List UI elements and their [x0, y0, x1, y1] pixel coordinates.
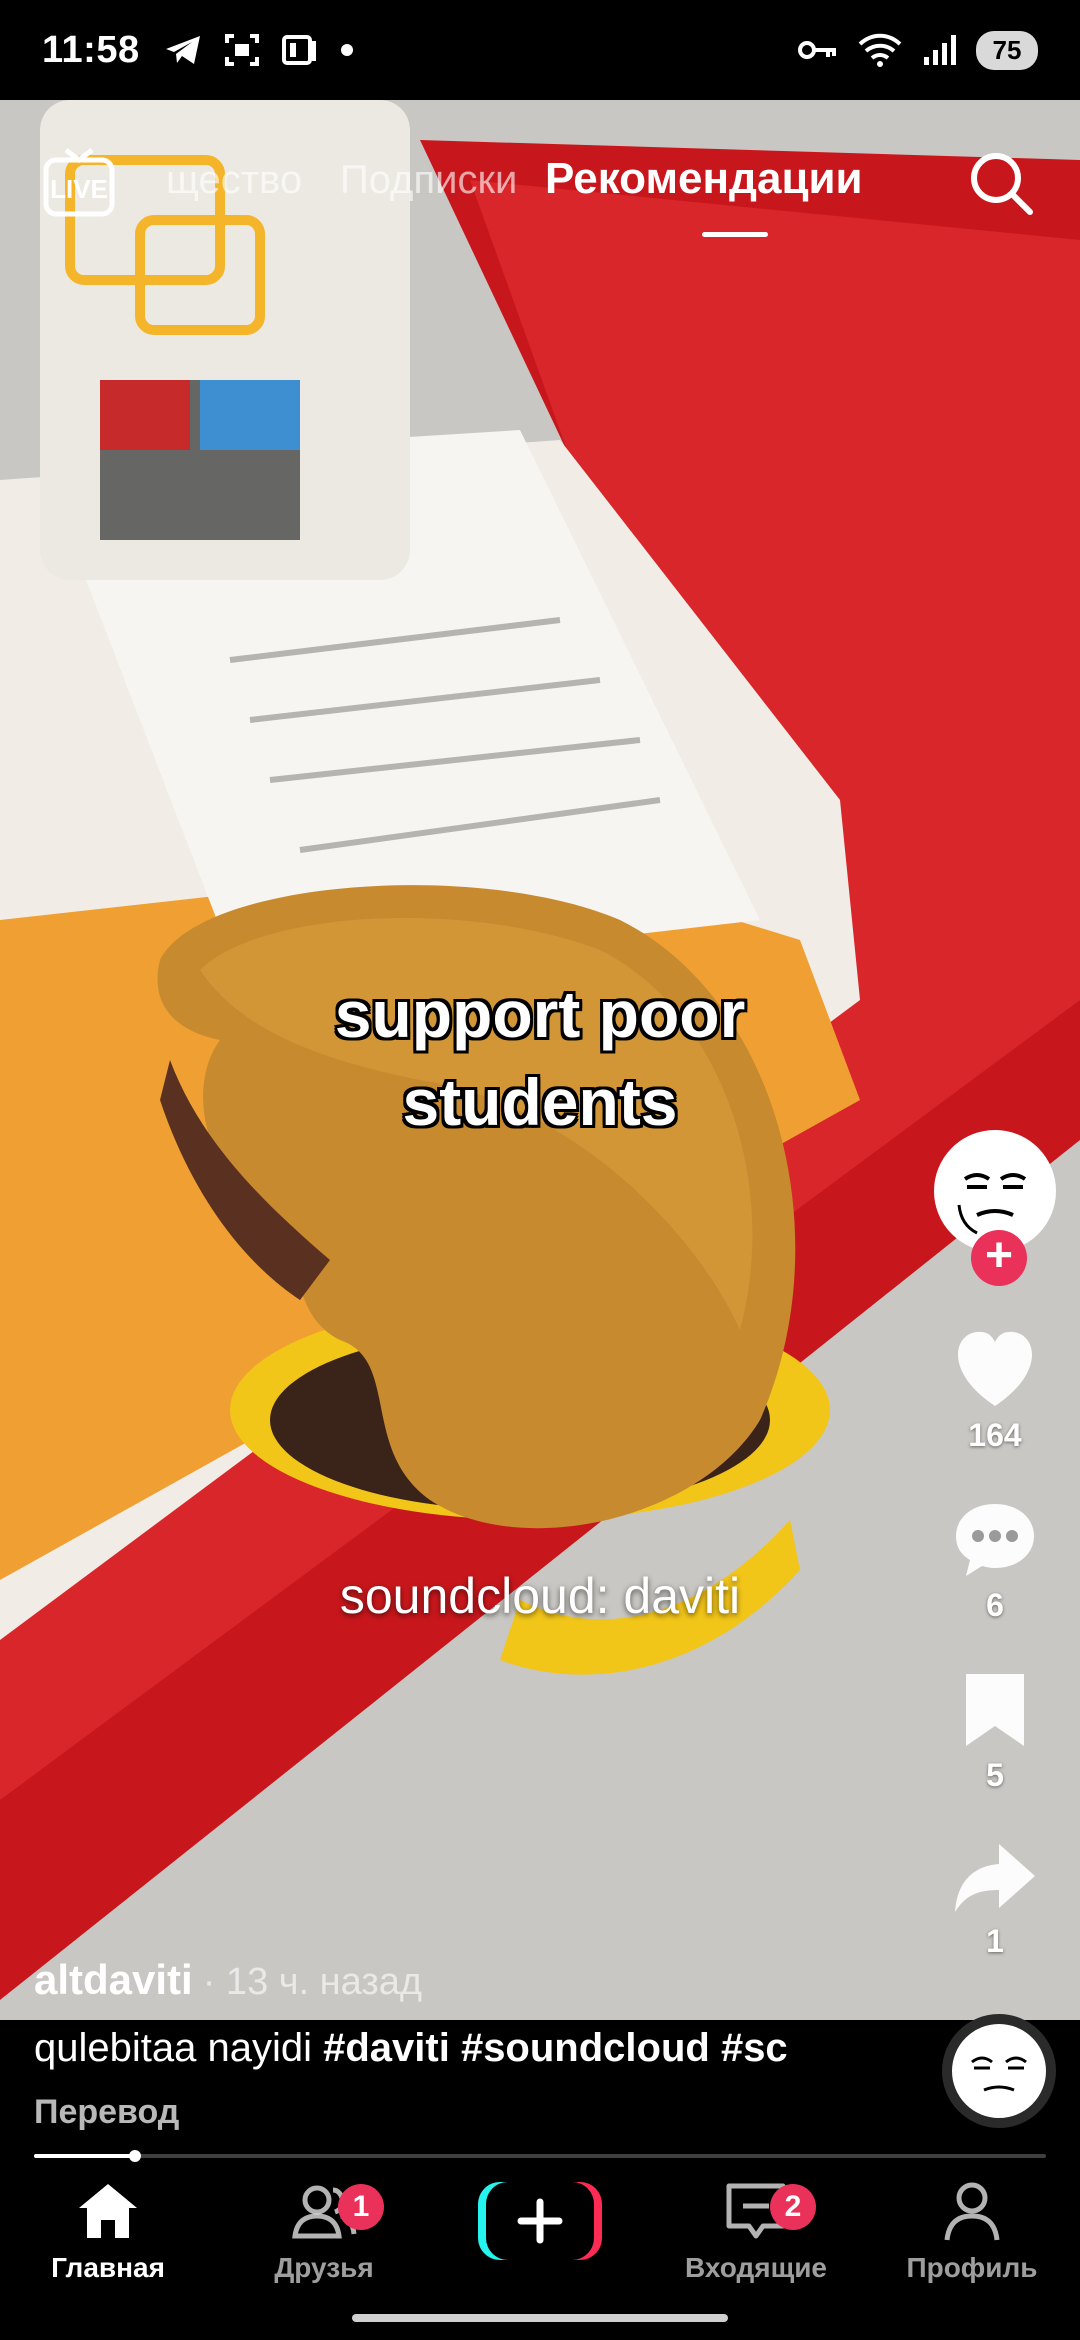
telegram-icon: [165, 36, 200, 64]
feed-tabs-bar: LIVE щество Подписки Рекомендации: [0, 140, 1080, 250]
tab-community[interactable]: щество: [166, 158, 302, 203]
share-arrow-icon: [955, 1844, 1035, 1912]
media-icon: [281, 35, 316, 65]
nav-friends[interactable]: Друзья 1: [224, 2178, 424, 2284]
wifi-icon: [858, 33, 902, 67]
create-button[interactable]: [478, 2180, 602, 2262]
follow-plus-button[interactable]: +: [971, 1230, 1027, 1286]
comment-count: 6: [986, 1587, 1004, 1623]
status-bar: 11:58 75: [0, 0, 1080, 100]
post-description[interactable]: qulebitaa nayidi #daviti #soundcloud #sc: [34, 2026, 788, 2071]
heart-icon: [958, 1331, 1032, 1406]
inbox-badge: 2: [770, 2184, 816, 2230]
status-time: 11:58: [42, 28, 140, 71]
progress-fill: [34, 2154, 136, 2158]
share-count: 1: [986, 1923, 1004, 1959]
share-button[interactable]: 1: [930, 1840, 1060, 1960]
friends-badge: 1: [338, 2184, 384, 2230]
description-text: qulebitaa nayidi: [34, 2026, 324, 2070]
tab-for-you[interactable]: Рекомендации: [545, 154, 863, 204]
translate-link[interactable]: Перевод: [34, 2093, 179, 2132]
favorite-count: 5: [986, 1757, 1004, 1793]
profile-icon: [944, 2182, 1000, 2241]
video-caption-secondary: soundcloud: daviti: [339, 1568, 741, 1624]
creator-avatar-button[interactable]: +: [930, 1130, 1060, 1286]
system-icons: 75: [798, 30, 1038, 70]
nav-home[interactable]: Главная: [8, 2178, 208, 2284]
meme-face-icon: [953, 2025, 1045, 2117]
battery-indicator: 75: [976, 30, 1038, 70]
nav-profile[interactable]: Профиль: [872, 2178, 1072, 2284]
music-disc[interactable]: [942, 2014, 1056, 2128]
nav-friends-label: Друзья: [274, 2252, 374, 2283]
home-gesture-bar[interactable]: [352, 2314, 728, 2322]
nav-profile-label: Профиль: [906, 2252, 1038, 2283]
plus-icon: [478, 2182, 602, 2260]
notification-icons: [164, 33, 354, 67]
nav-inbox-label: Входящие: [685, 2252, 827, 2283]
active-tab-underline: [702, 232, 768, 237]
author-username[interactable]: altdaviti: [34, 1956, 193, 2004]
video-caption-main: support poor students: [0, 970, 1080, 1146]
live-tv-icon[interactable]: LIVE: [42, 146, 116, 220]
video-progress-bar[interactable]: [34, 2150, 1046, 2162]
author-row: altdaviti · 13 ч. назад: [34, 1956, 422, 2004]
nav-inbox[interactable]: Входящие 2: [656, 2178, 856, 2284]
bookmark-icon: [966, 1674, 1024, 1746]
comment-button[interactable]: 6: [930, 1500, 1060, 1624]
description-hashtags[interactable]: #daviti #soundcloud #sc: [323, 2026, 788, 2070]
live-label: LIVE: [50, 174, 108, 204]
video-caption-line-2: students: [402, 1065, 678, 1139]
screenshot-icon: [224, 34, 259, 66]
home-icon: [79, 2184, 137, 2238]
nav-home-label: Главная: [51, 2252, 165, 2283]
like-count: 164: [968, 1417, 1022, 1453]
search-icon[interactable]: [966, 148, 1036, 218]
tab-following[interactable]: Подписки: [340, 158, 517, 203]
favorite-button[interactable]: 5: [930, 1670, 1060, 1794]
dot-icon: [340, 44, 353, 56]
video-caption-line-1: support poor: [334, 977, 746, 1051]
key-icon: [798, 41, 836, 59]
signal-icon: [924, 35, 956, 65]
post-time: · 13 ч. назад: [202, 1961, 423, 2003]
like-button[interactable]: 164: [930, 1330, 1060, 1454]
comment-icon: [956, 1504, 1034, 1576]
progress-handle[interactable]: [129, 2150, 142, 2162]
